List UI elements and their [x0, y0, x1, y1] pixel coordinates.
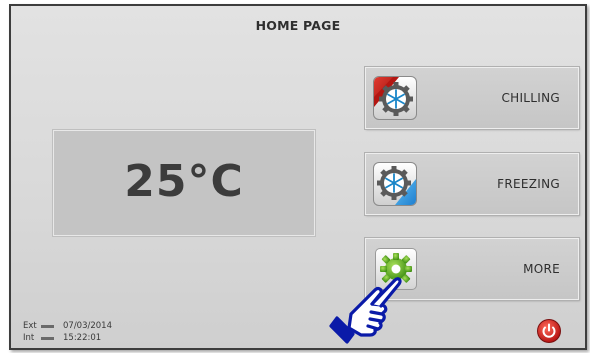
ext-indicator	[41, 324, 54, 328]
temperature-value: 25°C	[124, 156, 244, 207]
page-title: HOME PAGE	[255, 18, 341, 33]
chilling-label: CHILLING	[501, 91, 560, 105]
chilling-button[interactable]: CHILLING	[364, 66, 580, 130]
ext-label: Ext	[23, 321, 37, 331]
screen-frame: HOME PAGE 25°C CHILLING FREEZING MORE Ex…	[9, 4, 587, 350]
int-indicator	[41, 336, 54, 340]
pointing-hand-icon	[329, 277, 402, 344]
int-label: Int	[23, 333, 35, 343]
chilling-gear-snowflake-icon	[373, 76, 417, 120]
int-value: 15:22:01	[63, 333, 102, 343]
freezing-label: FREEZING	[497, 177, 560, 191]
ext-value: 07/03/2014	[63, 321, 112, 331]
freezing-button[interactable]: FREEZING	[364, 152, 580, 216]
temperature-display: 25°C	[52, 129, 316, 237]
freezing-gear-snowflake-icon	[373, 162, 417, 206]
status-area: Ext 07/03/2014 Int 15:22:01	[23, 320, 112, 344]
status-int-row: Int 15:22:01	[23, 332, 112, 344]
more-label: MORE	[523, 262, 560, 276]
power-icon[interactable]	[536, 318, 562, 344]
status-ext-row: Ext 07/03/2014	[23, 320, 112, 332]
